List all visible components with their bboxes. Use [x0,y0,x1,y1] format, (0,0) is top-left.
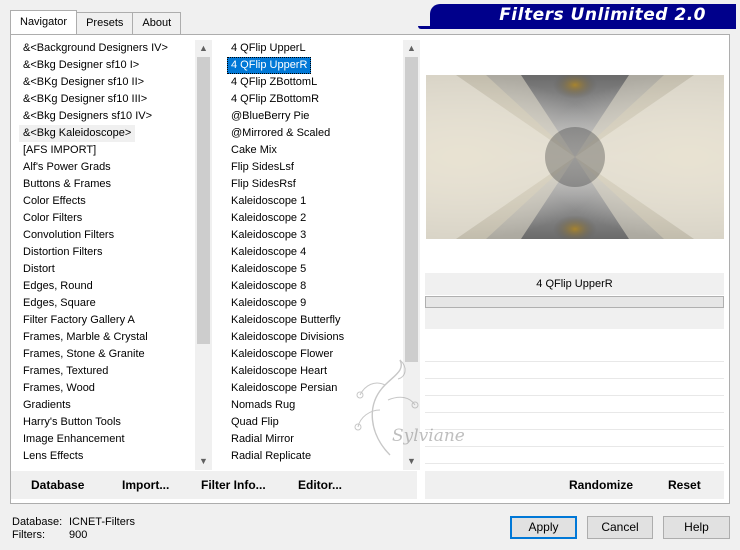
category-list-item[interactable]: &<BKg Designer sf10 II> [19,74,195,91]
tab-presets[interactable]: Presets [76,12,134,34]
category-list-item[interactable]: Image Enhancement [19,431,195,448]
filter-list-item[interactable]: Kaleidoscope Divisions [227,329,403,346]
database-status: Database: ICNET-Filters [12,516,135,528]
category-list-item[interactable]: Distortion Filters [19,244,195,261]
filter-list[interactable]: 4 QFlip UpperL 4 QFlip UpperR 4 QFlip ZBot… [227,40,403,470]
category-list-item[interactable]: Gradients [19,397,195,414]
category-list-item[interactable]: Alf's Power Grads [19,159,195,176]
category-list-item[interactable]: Filter Factory Gallery A [19,312,195,329]
category-list-item[interactable]: Edges, Round [19,278,195,295]
filter-list-item[interactable]: Kaleidoscope 9 [227,295,403,312]
category-list-item[interactable]: Color Effects [19,193,195,210]
database-value: ICNET-Filters [69,516,135,528]
parameter-row [425,430,724,447]
scroll-up-arrow-icon[interactable]: ▲ [403,40,420,57]
filter-list-item[interactable]: Kaleidoscope 1 [227,193,403,210]
filter-list-item[interactable]: Cake Mix [227,142,403,159]
category-scrollbar[interactable]: ▲ ▼ [195,40,212,470]
tab-strip: Navigator Presets About [10,10,182,34]
scroll-down-arrow-icon[interactable]: ▼ [403,453,420,470]
category-list-item[interactable]: Color Filters [19,210,195,227]
import-button[interactable]: Import... [122,471,169,499]
filter-list-item[interactable]: Kaleidoscope Flower [227,346,403,363]
filter-list-item[interactable]: Flip SidesLsf [227,159,403,176]
category-list[interactable]: &<Background Designers IV> &<Bkg Designer… [19,40,195,470]
category-list-item[interactable]: Frames, Marble & Crystal [19,329,195,346]
category-list-item[interactable]: &<Bkg Designer sf10 I> [19,57,195,74]
filters-label: Filters: [12,529,45,541]
filters-status: Filters: 900 [12,529,87,541]
category-list-item[interactable]: &<BKg Designer sf10 III> [19,91,195,108]
filter-list-item[interactable]: Kaleidoscope Heart [227,363,403,380]
parameter-row [425,447,724,464]
editor-button[interactable]: Editor... [298,471,342,499]
filter-list-item[interactable]: 4 QFlip ZBottomL [227,74,403,91]
category-list-item[interactable]: Lens Effects [19,448,195,465]
reset-button[interactable]: Reset [668,471,701,499]
category-list-item[interactable]: &<Bkg Kaleidoscope> [19,125,136,142]
help-button[interactable]: Help [663,516,730,539]
filter-list-item[interactable]: Kaleidoscope Butterfly [227,312,403,329]
parameter-lines [425,345,724,464]
parameter-row [425,345,724,362]
category-list-item[interactable]: Frames, Textured [19,363,195,380]
filter-list-item[interactable]: 4 QFlip UpperL [227,40,403,57]
filter-list-item[interactable]: Kaleidoscope 5 [227,261,403,278]
category-list-item[interactable]: Frames, Stone & Granite [19,346,195,363]
category-list-item[interactable]: &<Background Designers IV> [19,40,195,57]
filter-info-button[interactable]: Filter Info... [201,471,266,499]
filter-list-item[interactable]: Nomads Rug [227,397,403,414]
filter-list-item[interactable]: Kaleidoscope 8 [227,278,403,295]
category-list-item[interactable]: Convolution Filters [19,227,195,244]
banner-title: Filters Unlimited 2.0 [499,5,706,25]
category-list-item[interactable]: Edges, Square [19,295,195,312]
filter-list-item[interactable]: 4 QFlip UpperR [227,57,312,74]
filter-list-item[interactable]: @BlueBerry Pie [227,108,403,125]
parameter-row [425,379,724,396]
list-button-bar: Database Import... Filter Info... Editor… [11,471,417,499]
filter-list-item[interactable]: Radial Replicate [227,448,403,465]
filter-list-item[interactable]: Kaleidoscope Persian [227,380,403,397]
filter-preview-image [426,75,724,239]
category-list-item[interactable]: [AFS IMPORT] [19,142,195,159]
title-banner: Filters Unlimited 2.0 [430,4,736,26]
parameter-row [425,362,724,379]
database-button[interactable]: Database [31,471,84,499]
randomize-button[interactable]: Randomize [569,471,633,499]
parameter-row [425,413,724,430]
filter-list-item[interactable]: 4 QFlip ZBottomR [227,91,403,108]
filter-list-item[interactable]: Flip SidesRsf [227,176,403,193]
scroll-up-arrow-icon[interactable]: ▲ [195,40,212,57]
banner-underline [418,26,736,29]
scroll-thumb[interactable] [197,57,210,344]
category-list-item[interactable]: Distort [19,261,195,278]
filter-scrollbar[interactable]: ▲ ▼ [403,40,420,470]
parameter-row [425,396,724,413]
filter-list-item[interactable]: Kaleidoscope 3 [227,227,403,244]
cancel-button[interactable]: Cancel [587,516,653,539]
tab-navigator[interactable]: Navigator [10,10,78,34]
database-label: Database: [12,516,63,528]
preview-button-bar: Randomize Reset [425,471,724,499]
parameter-area [425,308,724,329]
filter-list-item[interactable]: @Mirrored & Scaled [227,125,403,142]
filter-list-item[interactable]: Quad Flip [227,414,403,431]
category-list-item[interactable]: Frames, Wood [19,380,195,397]
category-list-item[interactable]: Buttons & Frames [19,176,195,193]
filter-list-item[interactable]: Kaleidoscope 4 [227,244,403,261]
apply-button[interactable]: Apply [510,516,577,539]
scroll-thumb[interactable] [405,57,418,362]
filters-count: 900 [69,529,88,541]
scroll-down-arrow-icon[interactable]: ▼ [195,453,212,470]
parameter-slider[interactable] [425,296,724,308]
tab-about[interactable]: About [132,12,182,34]
selected-filter-name: 4 QFlip UpperR [425,273,724,295]
category-list-item[interactable]: Harry's Button Tools [19,414,195,431]
filter-list-item[interactable]: Kaleidoscope 2 [227,210,403,227]
filter-list-item[interactable]: Radial Mirror [227,431,403,448]
category-list-item[interactable]: &<Bkg Designers sf10 IV> [19,108,195,125]
